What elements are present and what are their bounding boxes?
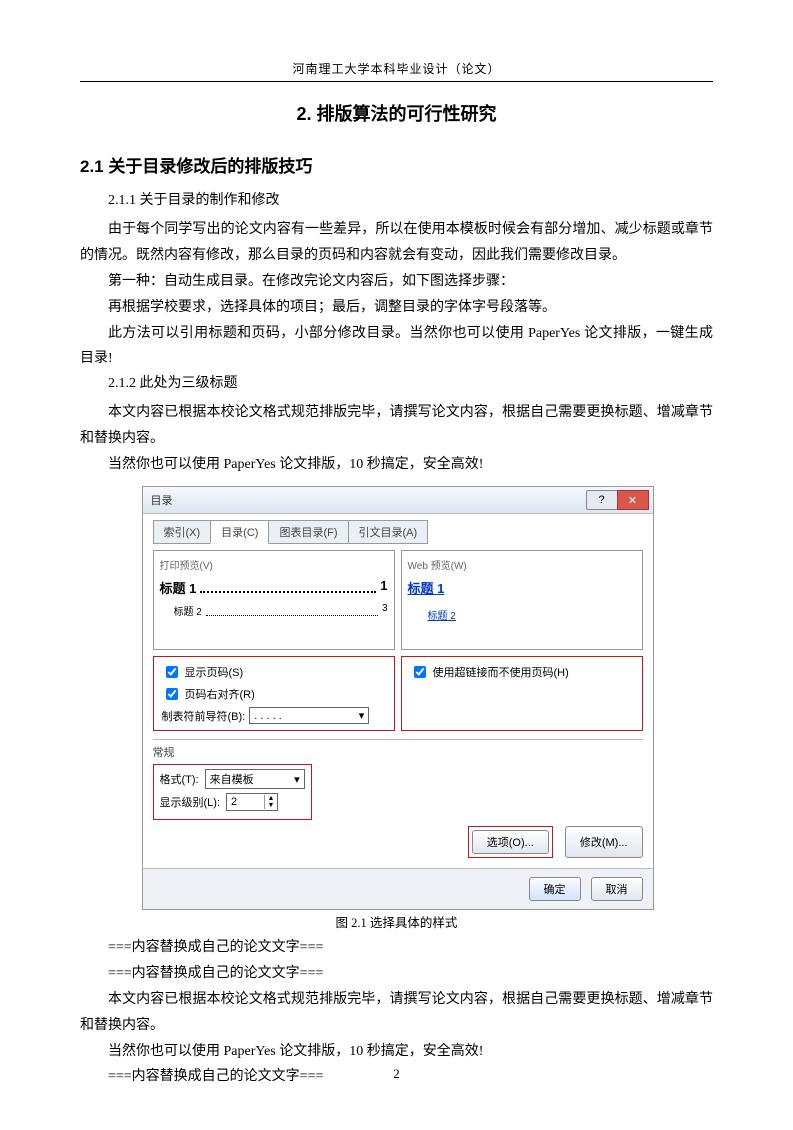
page-header: 河南理工大学本科毕业设计（论文） — [80, 60, 713, 77]
toc-page-2: 3 — [382, 603, 388, 618]
page-number-options: 显示页码(S) 页码右对齐(R) 制表符前导符(B): . . . . . ▾ — [153, 656, 395, 731]
paragraph: ===内容替换成自己的论文文字=== — [80, 935, 713, 961]
toc-dialog: 目录 ? ✕ 索引(X) 目录(C) 图表目录(F) 引文目录(A) 打印预览(… — [142, 486, 654, 910]
right-align-checkbox[interactable] — [166, 688, 178, 700]
print-preview-label: 打印预览(V) — [160, 557, 388, 572]
hyperlink-options: 使用超链接而不使用页码(H) — [401, 656, 643, 731]
section-title: 2.1 关于目录修改后的排版技巧 — [80, 152, 713, 177]
show-levels-spinner[interactable]: 2 ▲▼ — [226, 793, 278, 811]
web-preview-label: Web 预览(W) — [408, 557, 636, 572]
chevron-down-icon: ▾ — [294, 773, 300, 786]
cancel-button[interactable]: 取消 — [591, 877, 643, 901]
tab-leader-select[interactable]: . . . . . ▾ — [249, 707, 369, 724]
web-link-1[interactable]: 标题 1 — [408, 578, 636, 597]
subsection-title-1: 2.1.1 关于目录的制作和修改 — [80, 189, 713, 209]
chevron-down-icon: ▾ — [359, 709, 365, 722]
paragraph: 由于每个同学写出的论文内容有一些差异，所以在使用本模板时候会有部分增加、减少标题… — [80, 217, 713, 269]
tab-citations[interactable]: 引文目录(A) — [348, 520, 429, 544]
toc-heading-1: 标题 1 — [160, 578, 197, 597]
close-button[interactable]: ✕ — [617, 490, 649, 510]
show-pagenum-checkbox[interactable] — [166, 666, 178, 678]
help-button[interactable]: ? — [586, 490, 618, 510]
ok-button[interactable]: 确定 — [529, 877, 581, 901]
paragraph: ===内容替换成自己的论文文字=== — [80, 961, 713, 987]
print-preview-panel: 打印预览(V) 标题 1 1 标题 2 3 — [153, 550, 395, 650]
right-align-label: 页码右对齐(R) — [185, 686, 255, 702]
figure-dialog: 目录 ? ✕ 索引(X) 目录(C) 图表目录(F) 引文目录(A) 打印预览(… — [142, 486, 652, 910]
paragraph: 再根据学校要求，选择具体的项目；最后，调整目录的字体字号段落等。 — [80, 295, 713, 321]
toc-heading-2: 标题 2 — [174, 603, 202, 618]
tab-toc[interactable]: 目录(C) — [210, 520, 269, 544]
dialog-titlebar: 目录 ? ✕ — [143, 487, 653, 514]
options-button[interactable]: 选项(O)... — [472, 830, 549, 854]
tab-figures[interactable]: 图表目录(F) — [268, 520, 348, 544]
paragraph: 当然你也可以使用 PaperYes 论文排版，10 秒搞定，安全高效! — [80, 1039, 713, 1065]
dialog-tabs: 索引(X) 目录(C) 图表目录(F) 引文目录(A) — [153, 520, 643, 544]
paragraph: 此方法可以引用标题和页码，小部分修改目录。当然你也可以使用 PaperYes 论… — [80, 321, 713, 373]
dialog-title-text: 目录 — [151, 492, 587, 508]
chapter-title: 2. 排版算法的可行性研究 — [80, 100, 713, 126]
use-hyperlinks-label: 使用超链接而不使用页码(H) — [433, 664, 569, 680]
general-label: 常规 — [153, 744, 643, 760]
header-rule — [80, 81, 713, 82]
figure-caption: 图 2.1 选择具体的样式 — [80, 912, 713, 931]
subsection-title-2: 2.1.2 此处为三级标题 — [80, 372, 713, 392]
paragraph: 本文内容已根据本校论文格式规范排版完毕，请撰写论文内容，根据自己需要更换标题、增… — [80, 987, 713, 1039]
show-pagenum-label: 显示页码(S) — [185, 664, 244, 680]
page-number: 2 — [0, 1066, 793, 1082]
toc-page-1: 1 — [380, 578, 387, 597]
paragraph: 本文内容已根据本校论文格式规范排版完毕，请撰写论文内容，根据自己需要更换标题、增… — [80, 400, 713, 452]
use-hyperlinks-checkbox[interactable] — [414, 666, 426, 678]
paragraph: 第一种：自动生成目录。在修改完论文内容后，如下图选择步骤： — [80, 269, 713, 295]
tab-leader-label: 制表符前导符(B): — [162, 708, 246, 724]
web-link-2[interactable]: 标题 2 — [428, 607, 456, 622]
modify-button[interactable]: 修改(M)... — [565, 826, 643, 858]
format-label: 格式(T): — [160, 771, 199, 787]
format-select[interactable]: 来自模板 ▾ — [205, 769, 305, 789]
tab-index[interactable]: 索引(X) — [153, 520, 212, 544]
web-preview-panel: Web 预览(W) 标题 1 标题 2 — [401, 550, 643, 650]
show-levels-label: 显示级别(L): — [160, 794, 221, 810]
paragraph: 当然你也可以使用 PaperYes 论文排版，10 秒搞定，安全高效! — [80, 452, 713, 478]
